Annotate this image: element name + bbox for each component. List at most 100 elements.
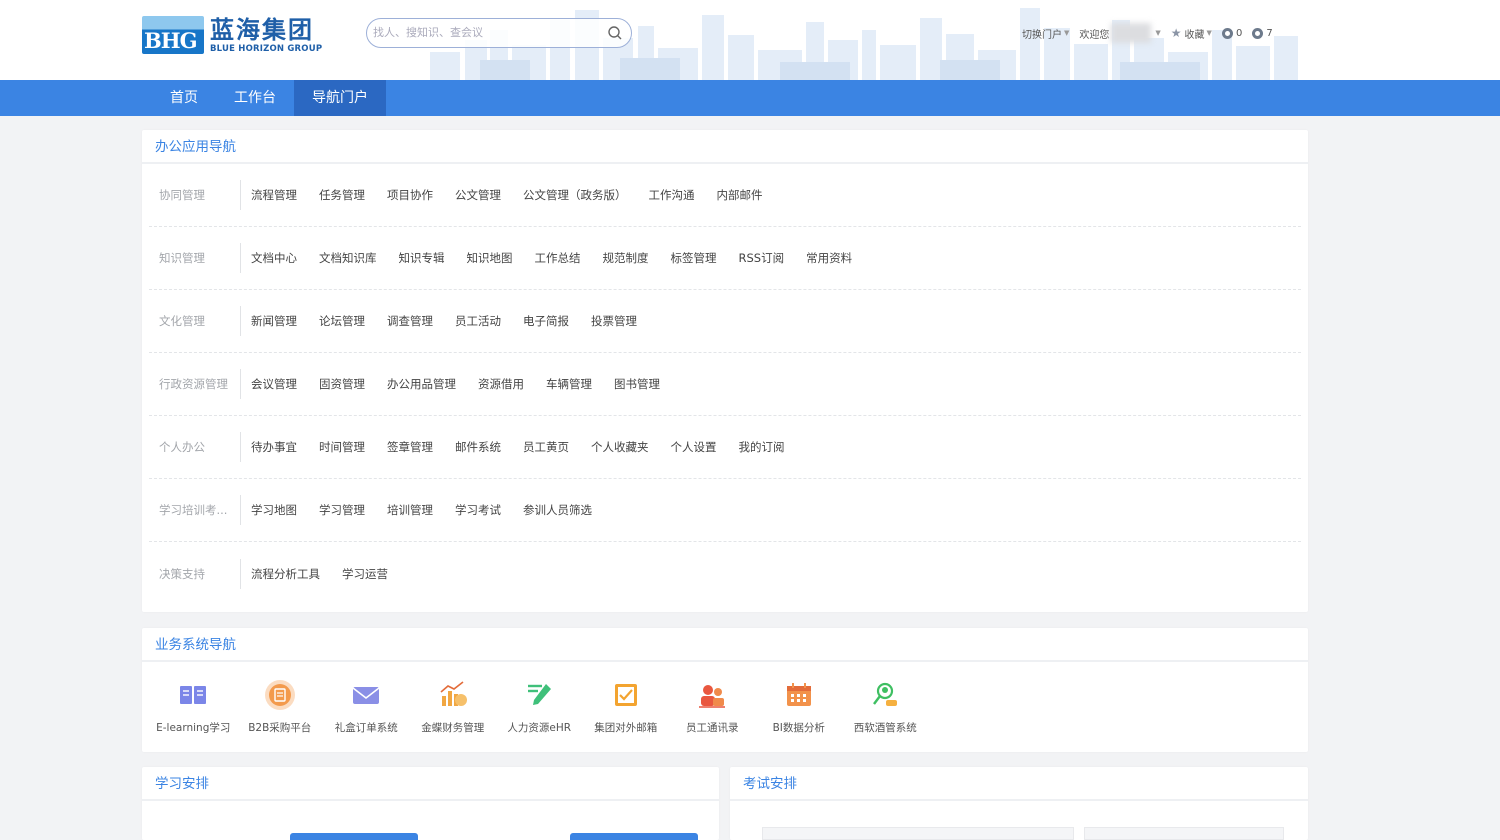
app-label: E-learning学习	[156, 722, 231, 734]
exam-card[interactable]	[762, 827, 1074, 840]
nav-link[interactable]: 调查管理	[387, 313, 433, 329]
nav-link[interactable]: 文档中心	[251, 250, 297, 266]
office-apps-panel: 办公应用导航 协同管理 流程管理 任务管理 项目协作 公文管理 公文管理（政务版） 工作沟通…	[142, 130, 1308, 612]
nav-link[interactable]: 投票管理	[591, 313, 637, 329]
nav-link[interactable]: 员工活动	[455, 313, 501, 329]
user-menu[interactable]: 欢迎您 ▼	[1079, 23, 1161, 43]
nav-link[interactable]: 文档知识库	[319, 250, 377, 266]
chevron-down-icon: ▼	[1206, 29, 1212, 37]
app-label: B2B采购平台	[248, 722, 312, 734]
nav-link[interactable]: 办公用品管理	[387, 376, 456, 392]
search-icon[interactable]	[607, 25, 623, 41]
search-input[interactable]	[373, 23, 599, 43]
exam-card[interactable]	[1084, 827, 1284, 840]
nav-link[interactable]: 知识地图	[467, 250, 513, 266]
learning-tab[interactable]	[570, 833, 698, 840]
search-box	[366, 18, 632, 48]
app-label: 人力资源eHR	[507, 722, 572, 734]
contacts-icon	[695, 678, 729, 712]
row-category: 文化管理	[149, 306, 241, 336]
notification-count-a[interactable]: 0	[1221, 27, 1242, 39]
nav-link[interactable]: 公文管理	[455, 187, 501, 203]
nav-link[interactable]: 流程分析工具	[251, 566, 320, 582]
nav-link[interactable]: 员工黄页	[523, 439, 569, 455]
nav-link[interactable]: 工作沟通	[649, 187, 695, 203]
nav-link[interactable]: 标签管理	[671, 250, 717, 266]
nav-link[interactable]: 车辆管理	[546, 376, 592, 392]
nav-link[interactable]: 待办事宜	[251, 439, 297, 455]
nav-row: 决策支持 流程分析工具 学习运营	[149, 542, 1301, 605]
nav-link[interactable]: 公文管理（政务版）	[523, 187, 627, 203]
logo-cn-name: 蓝海集团	[210, 16, 314, 44]
nav-link[interactable]: 工作总结	[535, 250, 581, 266]
nav-row: 协同管理 流程管理 任务管理 项目协作 公文管理 公文管理（政务版） 工作沟通 内部邮件	[149, 164, 1301, 227]
nav-link[interactable]: 任务管理	[319, 187, 365, 203]
app-tile[interactable]: B2B采购平台	[237, 678, 324, 735]
nav-link[interactable]: 我的订阅	[739, 439, 785, 455]
app-tile[interactable]: 礼盒订单系统	[323, 678, 410, 735]
nav-link[interactable]: 内部邮件	[717, 187, 763, 203]
nav-home[interactable]: 首页	[152, 80, 216, 116]
row-category: 决策支持	[149, 558, 241, 589]
company-logo[interactable]: BHG 蓝海集团 BLUE HORIZON GROUP	[142, 16, 322, 56]
learning-schedule-panel: 学习安排	[142, 767, 719, 840]
nav-link[interactable]: 规范制度	[603, 250, 649, 266]
app-label: 集团对外邮箱	[594, 722, 658, 734]
app-grid: E-learning学习 B2B采购平台 礼盒订单系统 金蝶财务管理 人力资源eHR 集团…	[150, 678, 929, 735]
procurement-icon	[263, 678, 297, 712]
app-tile[interactable]: BI数据分析	[756, 678, 843, 735]
app-tile[interactable]: E-learning学习	[150, 678, 237, 735]
nav-link[interactable]: 学习运营	[342, 566, 388, 582]
nav-link[interactable]: 资源借用	[478, 376, 524, 392]
nav-link[interactable]: 论坛管理	[319, 313, 365, 329]
logo-mark: BHG	[142, 16, 204, 54]
app-label: 礼盒订单系统	[334, 722, 398, 734]
app-label: BI数据分析	[772, 722, 825, 734]
nav-link[interactable]: 会议管理	[251, 376, 297, 392]
nav-link[interactable]: 邮件系统	[455, 439, 501, 455]
nav-link[interactable]: 学习管理	[319, 502, 365, 518]
app-tile[interactable]: 集团对外邮箱	[583, 678, 670, 735]
nav-row: 文化管理 新闻管理 论坛管理 调查管理 员工活动 电子简报 投票管理	[149, 290, 1301, 353]
finance-chart-icon	[436, 678, 470, 712]
logo-en-name: BLUE HORIZON GROUP	[210, 44, 323, 54]
panel-title: 业务系统导航	[142, 628, 1308, 662]
learning-tab[interactable]	[290, 833, 418, 840]
nav-link[interactable]: 个人收藏夹	[591, 439, 649, 455]
nav-link[interactable]: 个人设置	[671, 439, 717, 455]
row-category: 个人办公	[149, 432, 241, 462]
nav-link[interactable]: 固资管理	[319, 376, 365, 392]
nav-link[interactable]: 流程管理	[251, 187, 297, 203]
nav-portal[interactable]: 导航门户	[294, 80, 386, 116]
nav-link[interactable]: 常用资料	[806, 250, 852, 266]
user-name-blurred	[1111, 23, 1152, 43]
welcome-text: 欢迎您	[1079, 29, 1110, 41]
panel-title: 办公应用导航	[142, 130, 1308, 164]
header-toolbar: 切换门户 ▼ 欢迎您 ▼ ★ 收藏 ▼ 0 7	[1022, 23, 1283, 43]
nav-workbench[interactable]: 工作台	[216, 80, 294, 116]
header: BHG 蓝海集团 BLUE HORIZON GROUP 切换门户▼ 欢迎您 ▼ …	[0, 0, 1500, 80]
nav-link[interactable]: 新闻管理	[251, 313, 297, 329]
nav-link[interactable]: 知识专辑	[399, 250, 445, 266]
nav-link[interactable]: 时间管理	[319, 439, 365, 455]
app-label: 金蝶财务管理	[421, 722, 485, 734]
nav-row: 知识管理 文档中心 文档知识库 知识专辑 知识地图 工作总结 规范制度 标签管理 RSS订阅 常用…	[149, 227, 1301, 290]
nav-link[interactable]: 电子简报	[523, 313, 569, 329]
notification-count-b[interactable]: 7	[1252, 27, 1273, 39]
nav-row: 个人办公 待办事宜 时间管理 签章管理 邮件系统 员工黄页 个人收藏夹 个人设置 我的订阅	[149, 416, 1301, 479]
nav-link[interactable]: 项目协作	[387, 187, 433, 203]
nav-link[interactable]: RSS订阅	[739, 250, 785, 266]
app-tile[interactable]: 金蝶财务管理	[410, 678, 497, 735]
app-tile[interactable]: 人力资源eHR	[496, 678, 583, 735]
switch-portal-dropdown[interactable]: 切换门户 ▼	[1022, 26, 1069, 41]
nav-link[interactable]: 培训管理	[387, 502, 433, 518]
favorites-dropdown[interactable]: ★ 收藏 ▼	[1171, 26, 1212, 41]
app-tile[interactable]: 员工通讯录	[669, 678, 756, 735]
app-tile[interactable]: 西软酒管系统	[842, 678, 929, 735]
nav-link[interactable]: 参训人员筛选	[523, 502, 592, 518]
row-category: 协同管理	[149, 180, 241, 210]
nav-link[interactable]: 签章管理	[387, 439, 433, 455]
nav-link[interactable]: 学习地图	[251, 502, 297, 518]
nav-link[interactable]: 学习考试	[455, 502, 501, 518]
nav-link[interactable]: 图书管理	[614, 376, 660, 392]
